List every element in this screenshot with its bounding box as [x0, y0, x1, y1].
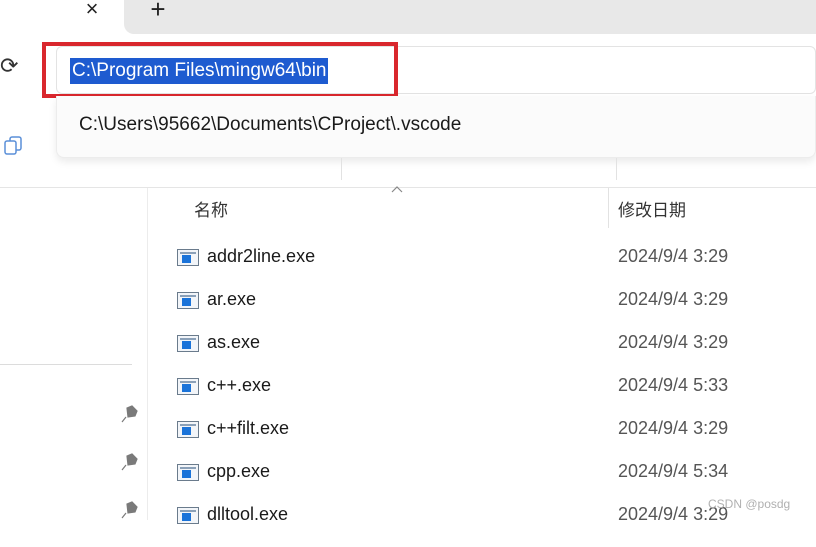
address-suggestions: C:\Users\95662\Documents\CProject\.vscod…	[56, 96, 816, 158]
suggestion-item[interactable]: C:\Users\95662\Documents\CProject\.vscod…	[79, 114, 461, 136]
column-header-name[interactable]: 名称	[194, 196, 228, 221]
file-row[interactable]: ar.exe 2024/9/4 3:29	[148, 289, 816, 332]
file-row[interactable]: c++filt.exe 2024/9/4 3:29	[148, 418, 816, 461]
watermark: CSDN @posdg	[708, 497, 791, 511]
divider	[616, 158, 617, 180]
exe-file-icon	[177, 378, 199, 395]
refresh-icon[interactable]: ⟳	[0, 52, 20, 80]
exe-file-icon	[177, 292, 199, 309]
file-row[interactable]: c++.exe 2024/9/4 5:33	[148, 375, 816, 418]
nav-separator	[0, 364, 132, 365]
tab-strip-background: +	[124, 0, 816, 34]
file-name: cpp.exe	[207, 461, 271, 481]
exe-file-icon	[177, 335, 199, 352]
file-name: c++.exe	[207, 375, 272, 395]
exe-file-icon	[177, 421, 199, 438]
file-modified: 2024/9/4 3:29	[618, 289, 729, 309]
file-name: ar.exe	[207, 289, 257, 309]
column-separator[interactable]	[608, 188, 609, 228]
file-name: addr2line.exe	[207, 246, 316, 266]
file-modified: 2024/9/4 5:33	[618, 375, 729, 395]
file-modified: 2024/9/4 3:29	[618, 332, 729, 352]
divider	[341, 158, 342, 180]
new-tab-plus-icon[interactable]: +	[144, 0, 172, 26]
exe-file-icon	[177, 464, 199, 481]
command-bar	[0, 158, 816, 188]
file-name: dlltool.exe	[207, 504, 289, 524]
copy-icon[interactable]	[2, 134, 24, 156]
close-tab-icon[interactable]: ×	[78, 0, 106, 26]
sort-caret-icon	[391, 186, 403, 193]
exe-file-icon	[177, 507, 199, 524]
file-modified: 2024/9/4 5:34	[618, 461, 729, 481]
pin-icon[interactable]	[120, 404, 140, 424]
pin-icon[interactable]	[120, 500, 140, 520]
file-modified: 2024/9/4 3:29	[618, 246, 729, 266]
address-highlight-box	[42, 42, 398, 98]
tab-strip: × +	[0, 0, 816, 34]
column-header-modified[interactable]: 修改日期	[618, 196, 686, 221]
file-name: c++filt.exe	[207, 418, 290, 438]
file-name: as.exe	[207, 332, 261, 352]
pin-icon[interactable]	[120, 452, 140, 472]
file-row[interactable]: as.exe 2024/9/4 3:29	[148, 332, 816, 375]
exe-file-icon	[177, 249, 199, 266]
file-modified: 2024/9/4 3:29	[618, 418, 729, 438]
file-row[interactable]: addr2line.exe 2024/9/4 3:29	[148, 246, 816, 289]
